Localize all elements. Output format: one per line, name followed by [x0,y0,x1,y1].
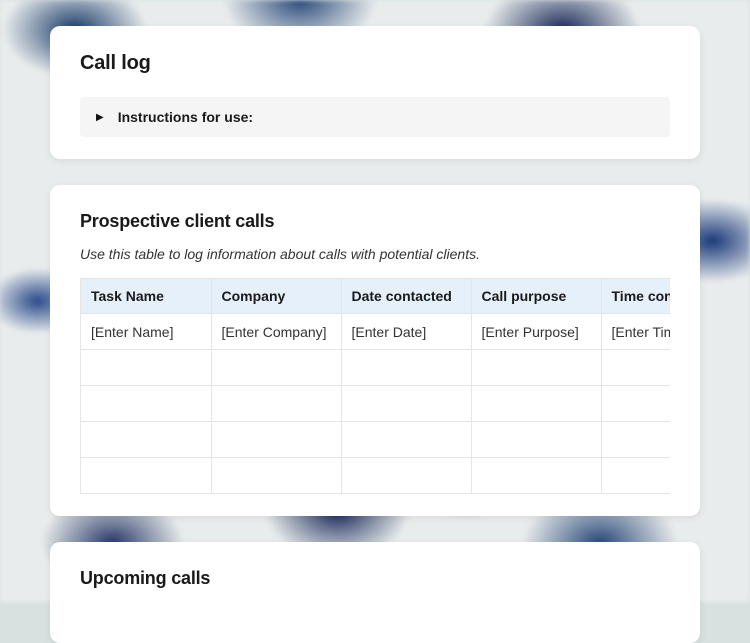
table-header-row: Task Name Company Date contacted Call pu… [81,279,670,314]
cell[interactable] [211,422,341,458]
table-row [81,350,670,386]
cell[interactable] [471,350,601,386]
instructions-callout[interactable]: ▶ Instructions for use: [80,97,670,137]
column-header[interactable]: Date contacted [341,279,471,314]
expand-icon[interactable]: ▶ [96,112,104,123]
cell[interactable] [81,422,211,458]
column-header[interactable]: Time contacted [601,279,670,314]
cell[interactable] [211,458,341,494]
table-row [81,386,670,422]
cell[interactable] [81,386,211,422]
cell[interactable] [81,350,211,386]
cell[interactable] [601,422,670,458]
table-container: Task Name Company Date contacted Call pu… [80,278,670,494]
cell[interactable]: [Enter Date] [341,314,471,350]
cell[interactable] [341,386,471,422]
column-header[interactable]: Call purpose [471,279,601,314]
prospective-calls-card: Prospective client calls Use this table … [50,185,700,516]
cell[interactable] [211,386,341,422]
cell[interactable] [341,350,471,386]
section-title: Prospective client calls [80,211,670,232]
section-title: Upcoming calls [80,568,670,589]
upcoming-calls-card: Upcoming calls [50,542,700,643]
cell[interactable] [601,458,670,494]
cell[interactable] [211,350,341,386]
instructions-label: Instructions for use: [118,109,253,125]
page-title: Call log [80,52,670,75]
table-row: [Enter Name] [Enter Company] [Enter Date… [81,314,670,350]
table-row [81,422,670,458]
cell[interactable]: [Enter Purpose] [471,314,601,350]
table-row [81,458,670,494]
cell[interactable] [601,386,670,422]
column-header[interactable]: Task Name [81,279,211,314]
section-description: Use this table to log information about … [80,246,670,262]
cell[interactable] [471,422,601,458]
cell[interactable]: [Enter Company] [211,314,341,350]
cell[interactable] [471,458,601,494]
column-header[interactable]: Company [211,279,341,314]
cell[interactable]: [Enter Name] [81,314,211,350]
prospective-calls-table: Task Name Company Date contacted Call pu… [81,279,670,494]
call-log-card: Call log ▶ Instructions for use: [50,26,700,159]
cell[interactable] [601,350,670,386]
cell[interactable]: [Enter Time] [601,314,670,350]
cell[interactable] [341,422,471,458]
page-content: Call log ▶ Instructions for use: Prospec… [0,0,750,643]
cell[interactable] [81,458,211,494]
cell[interactable] [341,458,471,494]
cell[interactable] [471,386,601,422]
